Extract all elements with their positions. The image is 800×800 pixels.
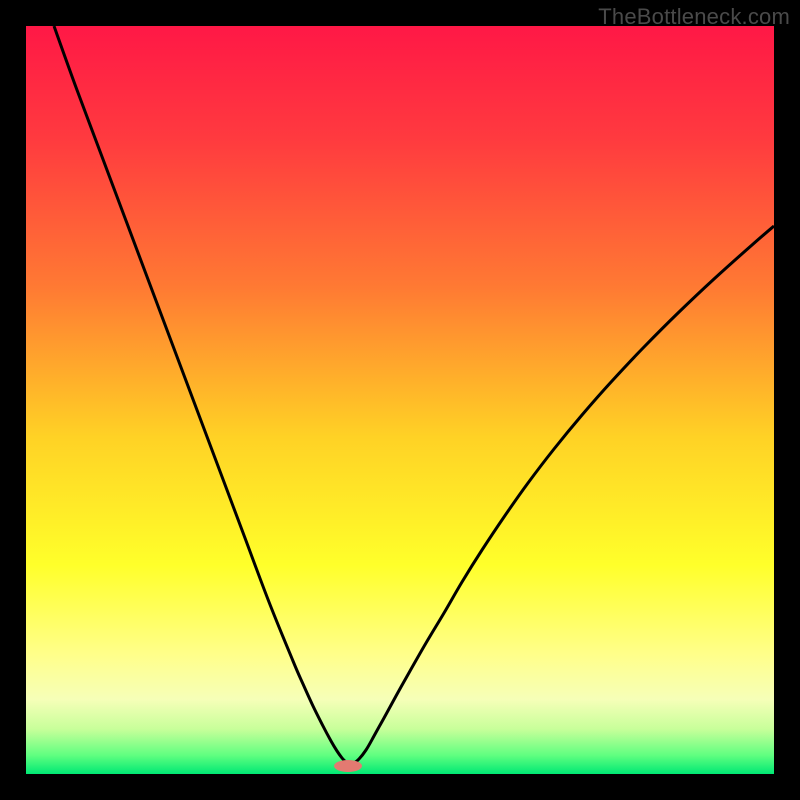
chart-background [26,26,774,774]
watermark: TheBottleneck.com [598,4,790,30]
chart-svg [26,26,774,774]
min-marker [334,760,362,772]
chart-frame [26,26,774,774]
